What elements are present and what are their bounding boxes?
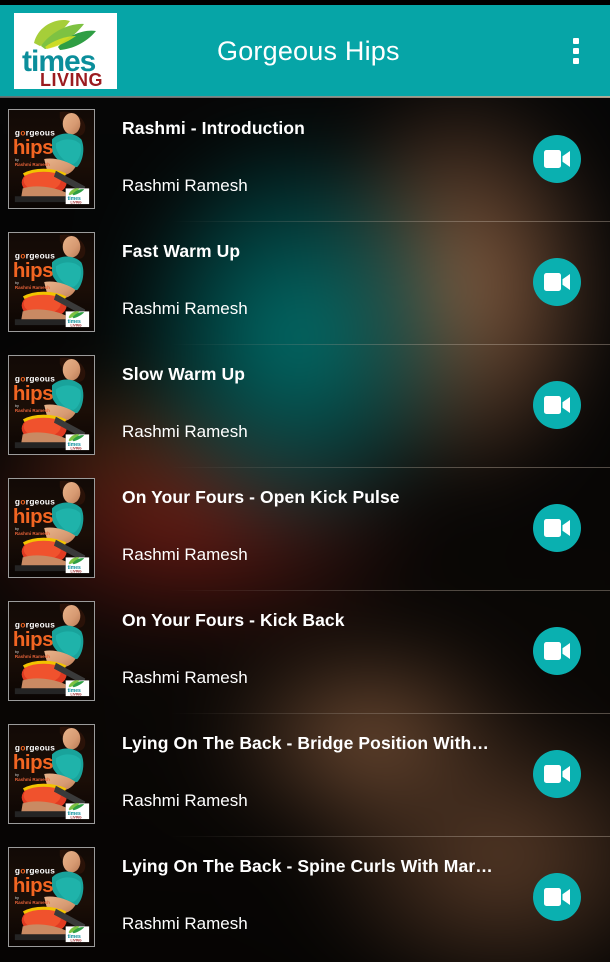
svg-text:Rashmi Ramesh: Rashmi Ramesh	[15, 531, 50, 536]
list-item[interactable]: g o rgeous hips by Rashmi Ramesh times L…	[0, 836, 610, 959]
list-item[interactable]: g o rgeous hips by Rashmi Ramesh times L…	[0, 98, 610, 221]
video-title: Slow Warm Up	[122, 364, 246, 384]
video-title: On Your Fours - Kick Back	[122, 610, 345, 630]
video-camera-icon[interactable]	[533, 627, 581, 675]
row-divider	[0, 590, 610, 591]
video-author: Rashmi Ramesh	[122, 422, 248, 441]
list-item[interactable]: g o rgeous hips by Rashmi Ramesh times L…	[0, 590, 610, 713]
svg-text:hips: hips	[13, 628, 53, 651]
video-author: Rashmi Ramesh	[122, 176, 248, 195]
video-camera-icon[interactable]	[533, 750, 581, 798]
video-title: Fast Warm Up	[122, 241, 241, 261]
video-camera-icon[interactable]	[533, 873, 581, 921]
app-root: times LIVING Gorgeous Hips g o rgeous hi…	[0, 0, 610, 962]
video-title: Rashmi - Introduction	[122, 118, 305, 138]
row-divider	[0, 344, 610, 345]
video-camera-icon[interactable]	[533, 381, 581, 429]
svg-text:Rashmi Ramesh: Rashmi Ramesh	[15, 285, 50, 290]
svg-text:hips: hips	[13, 136, 53, 159]
svg-text:hips: hips	[13, 505, 53, 528]
svg-text:LIVING: LIVING	[40, 70, 103, 89]
times-living-logo-icon: times LIVING	[14, 13, 117, 89]
video-list: g o rgeous hips by Rashmi Ramesh times L…	[0, 98, 610, 959]
row-divider	[0, 713, 610, 714]
video-thumbnail: g o rgeous hips by Rashmi Ramesh times L…	[8, 601, 95, 701]
svg-text:Rashmi Ramesh: Rashmi Ramesh	[15, 162, 50, 167]
video-title: On Your Fours - Open Kick Pulse	[122, 487, 400, 507]
video-thumbnail: g o rgeous hips by Rashmi Ramesh times L…	[8, 724, 95, 824]
video-title: Lying On The Back - Spine Curls With Mar…	[122, 856, 493, 876]
list-item[interactable]: g o rgeous hips by Rashmi Ramesh times L…	[0, 713, 610, 836]
svg-text:Rashmi Ramesh: Rashmi Ramesh	[15, 654, 50, 659]
svg-text:hips: hips	[13, 259, 53, 282]
svg-text:LIVING: LIVING	[71, 570, 82, 574]
app-bar: times LIVING Gorgeous Hips	[0, 5, 610, 97]
list-item[interactable]: g o rgeous hips by Rashmi Ramesh times L…	[0, 221, 610, 344]
video-camera-icon[interactable]	[533, 504, 581, 552]
video-thumbnail: g o rgeous hips by Rashmi Ramesh times L…	[8, 847, 95, 947]
video-thumbnail: g o rgeous hips by Rashmi Ramesh times L…	[8, 232, 95, 332]
svg-text:hips: hips	[13, 751, 53, 774]
svg-text:LIVING: LIVING	[71, 816, 82, 820]
video-author: Rashmi Ramesh	[122, 914, 248, 933]
video-thumbnail: g o rgeous hips by Rashmi Ramesh times L…	[8, 478, 95, 578]
svg-text:Rashmi Ramesh: Rashmi Ramesh	[15, 408, 50, 413]
row-divider	[0, 221, 610, 222]
list-item[interactable]: g o rgeous hips by Rashmi Ramesh times L…	[0, 467, 610, 590]
svg-text:LIVING: LIVING	[71, 447, 82, 451]
svg-text:LIVING: LIVING	[71, 939, 82, 943]
video-author: Rashmi Ramesh	[122, 668, 248, 687]
status-strip	[0, 0, 610, 5]
video-title: Lying On The Back - Bridge Position With…	[122, 733, 489, 753]
video-camera-icon[interactable]	[533, 135, 581, 183]
svg-text:hips: hips	[13, 874, 53, 897]
row-divider	[0, 467, 610, 468]
svg-text:LIVING: LIVING	[71, 201, 82, 205]
page-title: Gorgeous Hips	[217, 36, 400, 66]
video-author: Rashmi Ramesh	[122, 545, 248, 564]
video-author: Rashmi Ramesh	[122, 791, 248, 810]
overflow-menu-icon[interactable]	[552, 5, 600, 97]
svg-text:hips: hips	[13, 382, 53, 405]
video-camera-icon[interactable]	[533, 258, 581, 306]
svg-text:Rashmi Ramesh: Rashmi Ramesh	[15, 777, 50, 782]
video-thumbnail: g o rgeous hips by Rashmi Ramesh times L…	[8, 109, 95, 209]
svg-text:LIVING: LIVING	[71, 324, 82, 328]
svg-text:LIVING: LIVING	[71, 693, 82, 697]
row-divider	[0, 836, 610, 837]
svg-text:Rashmi Ramesh: Rashmi Ramesh	[15, 900, 50, 905]
video-author: Rashmi Ramesh	[122, 299, 248, 318]
video-thumbnail: g o rgeous hips by Rashmi Ramesh times L…	[8, 355, 95, 455]
list-item[interactable]: g o rgeous hips by Rashmi Ramesh times L…	[0, 344, 610, 467]
appbar-divider	[0, 96, 610, 98]
